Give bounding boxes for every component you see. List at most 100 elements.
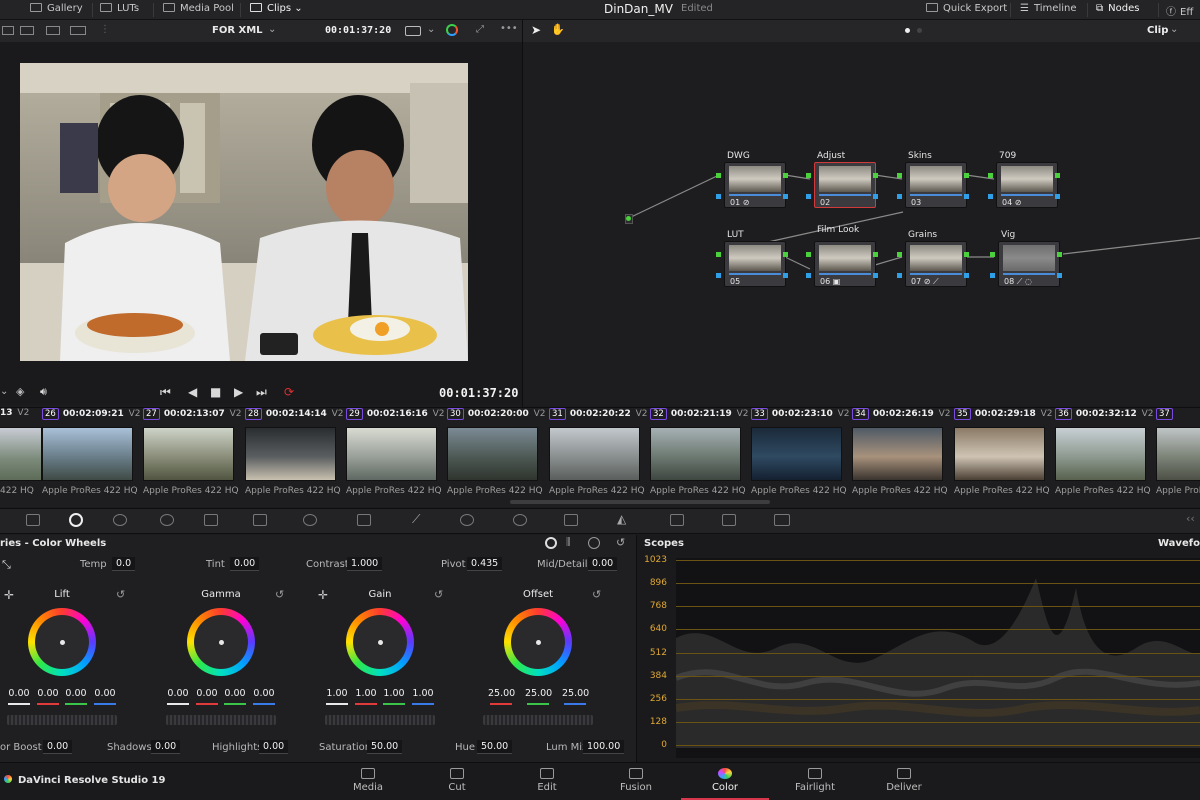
reset-icon[interactable]: ↺	[275, 588, 284, 601]
node-mode-selector[interactable]: Clip	[1147, 25, 1168, 36]
clip-thumbnail[interactable]	[650, 427, 741, 481]
wheel-value[interactable]: 1.00	[353, 688, 379, 699]
fullscreen-icon[interactable]: ⤢	[476, 24, 484, 35]
param-value-field[interactable]: 1.000	[347, 557, 383, 571]
wheel-value[interactable]: 0.00	[251, 688, 277, 699]
page-tab-edit[interactable]: Edit	[503, 762, 591, 800]
page-tab-media[interactable]: Media	[324, 762, 412, 800]
wheel-center-handle[interactable]	[536, 640, 541, 645]
quick-export-button[interactable]: Quick Export	[926, 3, 1007, 14]
grid-view-icon[interactable]	[46, 26, 60, 35]
page-tab-cut[interactable]: Cut	[413, 762, 501, 800]
chevron-down-icon[interactable]: ⌄	[268, 24, 276, 35]
clip-thumbnail[interactable]	[1156, 427, 1200, 481]
master-wheel-jog[interactable]	[7, 715, 117, 725]
log-wheels-icon[interactable]	[588, 537, 600, 549]
master-wheel-jog[interactable]	[325, 715, 435, 725]
wheel-center-handle[interactable]	[378, 640, 383, 645]
pointer-icon[interactable]: ➤	[531, 23, 541, 37]
node-dwg[interactable]: 01 ⊘	[724, 162, 786, 208]
color-icon[interactable]	[446, 24, 458, 36]
primaries-bars-icon[interactable]: ⫼	[566, 537, 571, 548]
hdr-wheels-icon[interactable]	[113, 514, 127, 526]
clip-strip-scrollbar[interactable]	[510, 500, 770, 504]
magic-mask-icon[interactable]	[564, 514, 578, 526]
split-view-icon[interactable]	[20, 26, 34, 35]
picker-crosshair-icon[interactable]: ✛	[4, 588, 14, 602]
more-options-icon[interactable]: •••	[500, 23, 518, 34]
clip-thumbnail[interactable]	[751, 427, 842, 481]
node-adjust[interactable]: 02	[814, 162, 876, 208]
stop-icon[interactable]: ■	[210, 385, 221, 399]
motion-effects-icon[interactable]	[204, 514, 218, 526]
reset-icon[interactable]: ↺	[616, 536, 625, 549]
timeline-selector[interactable]: FOR XML	[212, 25, 263, 36]
chevron-down-icon[interactable]: ⌄	[427, 24, 435, 35]
clip-thumbnail[interactable]	[1055, 427, 1146, 481]
page-dot[interactable]	[917, 28, 922, 33]
layout-icon[interactable]	[2, 26, 14, 35]
master-wheel-jog[interactable]	[166, 715, 276, 725]
curves-icon[interactable]	[253, 514, 267, 526]
wheel-value[interactable]: 0.00	[63, 688, 89, 699]
viewer-frame[interactable]	[20, 63, 468, 361]
primaries-wheels-icon[interactable]	[545, 537, 557, 549]
wheel-value[interactable]: 1.00	[410, 688, 436, 699]
luts-tab[interactable]: LUTs	[100, 3, 139, 14]
param-value-field[interactable]: 50.00	[477, 740, 513, 754]
window-icon[interactable]	[460, 514, 474, 526]
eyedropper-icon[interactable]: ⟋	[412, 512, 420, 527]
param-value-field[interactable]: 0.00	[259, 740, 289, 754]
effects-button[interactable]: ⓕ Eff	[1166, 3, 1193, 18]
layers-icon[interactable]: ◈	[16, 385, 24, 398]
3d-icon[interactable]	[774, 514, 790, 526]
play-reverse-icon[interactable]: ◀	[188, 385, 197, 399]
clip-thumbnail[interactable]	[954, 427, 1045, 481]
param-value-field[interactable]: 0.00	[151, 740, 181, 754]
qualifier-icon[interactable]	[357, 514, 371, 526]
scope-mode-selector[interactable]: Wavefor	[1158, 538, 1200, 549]
param-value-field[interactable]: 0.435	[467, 557, 503, 571]
viewer-options-chevron[interactable]: ⌄	[0, 386, 8, 397]
nodes-button[interactable]: ⧉ Nodes	[1096, 3, 1139, 14]
auto-balance-icon[interactable]: ⤡	[2, 558, 11, 572]
hdr-icon[interactable]	[405, 26, 421, 36]
key-icon[interactable]	[670, 514, 684, 526]
wheel-value[interactable]: 0.00	[92, 688, 118, 699]
node-grains[interactable]: 07 ⊘ ⟋	[905, 241, 967, 287]
blur-icon[interactable]: ◭	[617, 512, 626, 526]
wipe-view-icon[interactable]	[70, 26, 86, 35]
master-wheel-jog[interactable]	[483, 715, 593, 725]
wheel-value[interactable]: 25.00	[525, 688, 552, 699]
wheel-value[interactable]: 0.00	[35, 688, 61, 699]
tracker-icon[interactable]	[513, 514, 527, 526]
node-film-look[interactable]: 06 ▣	[814, 241, 876, 287]
wheel-center-handle[interactable]	[60, 640, 65, 645]
param-value-field[interactable]: 0.00	[43, 740, 73, 754]
clip-thumbnail[interactable]	[0, 427, 42, 481]
wheel-value[interactable]: 1.00	[324, 688, 350, 699]
loop-icon[interactable]: ⟳	[284, 385, 294, 399]
reset-icon[interactable]: ↺	[592, 588, 601, 601]
chevron-down-icon[interactable]: ⌄	[1170, 24, 1178, 35]
picker-crosshair-icon[interactable]: ✛	[318, 588, 328, 602]
wheel-value[interactable]: 0.00	[222, 688, 248, 699]
param-value-field[interactable]: 100.00	[583, 740, 625, 754]
page-tab-fairlight[interactable]: Fairlight	[771, 762, 859, 800]
page-tab-color[interactable]: Color	[681, 762, 769, 800]
wheel-value[interactable]: 0.00	[165, 688, 191, 699]
wheel-value[interactable]: 0.00	[194, 688, 220, 699]
clip-thumbnail[interactable]	[143, 427, 234, 481]
param-value-field[interactable]: 50.00	[367, 740, 403, 754]
clip-thumbnail[interactable]	[447, 427, 538, 481]
color-warper-icon[interactable]	[303, 514, 317, 526]
reset-icon[interactable]: ↺	[116, 588, 125, 601]
camera-raw-icon[interactable]	[26, 514, 40, 526]
page-tab-deliver[interactable]: Deliver	[860, 762, 948, 800]
page-tab-fusion[interactable]: Fusion	[592, 762, 680, 800]
play-icon[interactable]: ▶	[234, 385, 243, 399]
color-wheels-icon[interactable]	[69, 513, 83, 527]
clip-thumbnail[interactable]	[346, 427, 437, 481]
param-value-field[interactable]: 0.0	[112, 557, 136, 571]
rgb-mixer-icon[interactable]	[160, 514, 174, 526]
